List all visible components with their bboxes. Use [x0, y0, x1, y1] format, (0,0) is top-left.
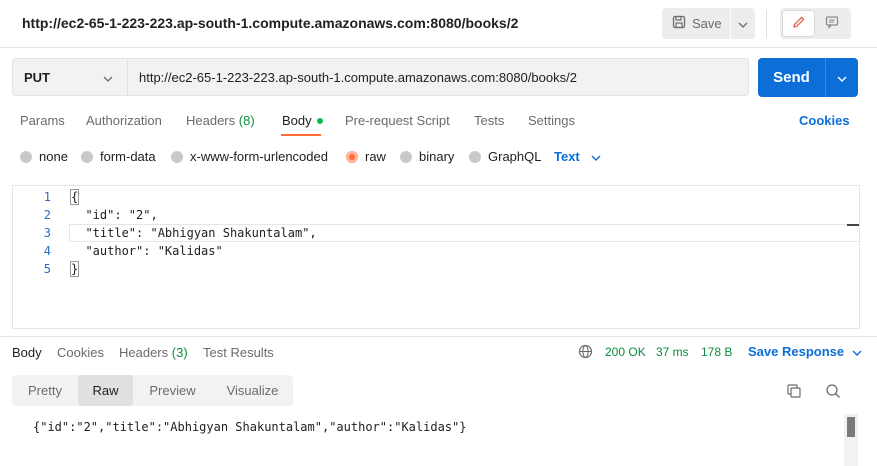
line-number: 1 [43, 190, 51, 204]
save-response-label: Save Response [748, 344, 845, 359]
search-icon[interactable] [825, 383, 841, 402]
line-number: 3 [43, 226, 51, 240]
request-body-editor[interactable]: 1 2 3 4 5 { "id": "2", "title": "Abhigya… [12, 185, 860, 329]
body-type-form-data[interactable]: form-data [81, 149, 156, 164]
code-line: "title": "Abhigyan Shakuntalam", [71, 226, 317, 240]
chevron-down-icon [580, 149, 601, 164]
code-line: "id": "2", [71, 208, 158, 222]
response-tab-headers[interactable]: Headers (3) [119, 345, 188, 360]
radio-circle [20, 150, 32, 163]
save-icon [672, 15, 686, 32]
method-select[interactable]: PUT [12, 58, 128, 96]
radio-label: binary [419, 149, 455, 164]
radio-circle [81, 150, 93, 163]
method-label: PUT [24, 69, 50, 85]
send-dropdown-button[interactable] [826, 58, 858, 97]
scrollbar-thumb[interactable] [847, 417, 855, 437]
radio-circle [469, 150, 481, 163]
response-headers-label: Headers [119, 345, 169, 360]
save-button-group: Save [662, 8, 755, 39]
response-headers-count: (3) [171, 345, 188, 360]
copy-icon[interactable] [786, 383, 802, 402]
body-type-binary[interactable]: binary [400, 149, 454, 164]
response-size[interactable]: 178 B [701, 345, 732, 359]
edit-mode-button[interactable] [782, 10, 815, 37]
tab-settings[interactable]: Settings [528, 113, 575, 128]
radio-circle-selected [346, 150, 358, 163]
comment-icon [825, 15, 839, 32]
language-label: Text [554, 149, 580, 164]
view-raw-button[interactable]: Raw [78, 375, 133, 406]
chevron-down-icon [837, 70, 847, 85]
line-number: 4 [43, 244, 51, 258]
send-button-group: Send [758, 58, 858, 97]
chevron-down-icon [844, 344, 862, 359]
code-line: } [69, 261, 80, 277]
response-tab-body[interactable]: Body [12, 345, 42, 360]
tab-tests[interactable]: Tests [474, 113, 504, 128]
response-body-content[interactable]: {"id":"2","title":"Abhigyan Shakuntalam"… [33, 420, 466, 434]
editor-scroll-marker [847, 224, 859, 226]
save-label: Save [692, 16, 722, 31]
body-indicator-dot [316, 117, 323, 124]
chevron-down-icon [738, 16, 748, 31]
response-tab-test-results[interactable]: Test Results [203, 345, 274, 360]
cookies-link[interactable]: Cookies [799, 113, 850, 128]
tab-body-label: Body [282, 113, 312, 128]
tab-body[interactable]: Body [282, 113, 323, 128]
body-type-graphql[interactable]: GraphQL [469, 149, 541, 164]
globe-icon[interactable] [578, 344, 593, 362]
response-time[interactable]: 37 ms [656, 345, 689, 359]
body-type-none[interactable]: none [20, 149, 68, 164]
tab-authorization[interactable]: Authorization [86, 113, 162, 128]
headers-count: (8) [238, 113, 255, 128]
url-input[interactable] [127, 58, 749, 96]
radio-label: x-www-form-urlencoded [190, 149, 328, 164]
comments-button[interactable] [815, 10, 848, 37]
save-button[interactable]: Save [662, 8, 730, 39]
view-visualize-button[interactable]: Visualize [212, 375, 293, 406]
tab-pre-request-script[interactable]: Pre-request Script [345, 113, 450, 128]
divider [0, 336, 877, 337]
divider [766, 10, 767, 38]
radio-label: GraphQL [488, 149, 542, 164]
save-dropdown-button[interactable] [731, 8, 755, 39]
line-number: 2 [43, 208, 51, 222]
radio-label: raw [365, 149, 386, 164]
divider [0, 47, 877, 48]
body-type-raw[interactable]: raw [346, 149, 386, 164]
status-code[interactable]: 200 OK [605, 345, 646, 359]
language-select[interactable]: Text [554, 149, 601, 164]
radio-circle [171, 150, 183, 163]
body-type-urlencoded[interactable]: x-www-form-urlencoded [171, 149, 328, 164]
response-tab-cookies[interactable]: Cookies [57, 345, 104, 360]
chevron-down-icon [103, 70, 113, 85]
save-response-button[interactable]: Save Response [748, 344, 862, 359]
code-line: "author": "Kalidas" [71, 244, 223, 258]
tab-headers-label: Headers [186, 113, 236, 128]
code-line: { [69, 189, 80, 205]
view-mode-toggle [780, 8, 851, 39]
pencil-icon [792, 15, 806, 32]
tab-headers[interactable]: Headers (8) [186, 113, 255, 128]
send-button[interactable]: Send [758, 58, 825, 97]
active-tab-indicator [281, 134, 321, 136]
radio-label: form-data [100, 149, 156, 164]
response-view-toggle: Pretty Raw Preview Visualize [12, 375, 293, 406]
tab-params[interactable]: Params [20, 113, 65, 128]
radio-circle [400, 150, 412, 163]
request-title[interactable]: http://ec2-65-1-223-223.ap-south-1.compu… [22, 15, 518, 31]
view-pretty-button[interactable]: Pretty [12, 375, 78, 406]
radio-label: none [39, 149, 68, 164]
line-number: 5 [43, 262, 51, 276]
view-preview-button[interactable]: Preview [133, 375, 212, 406]
